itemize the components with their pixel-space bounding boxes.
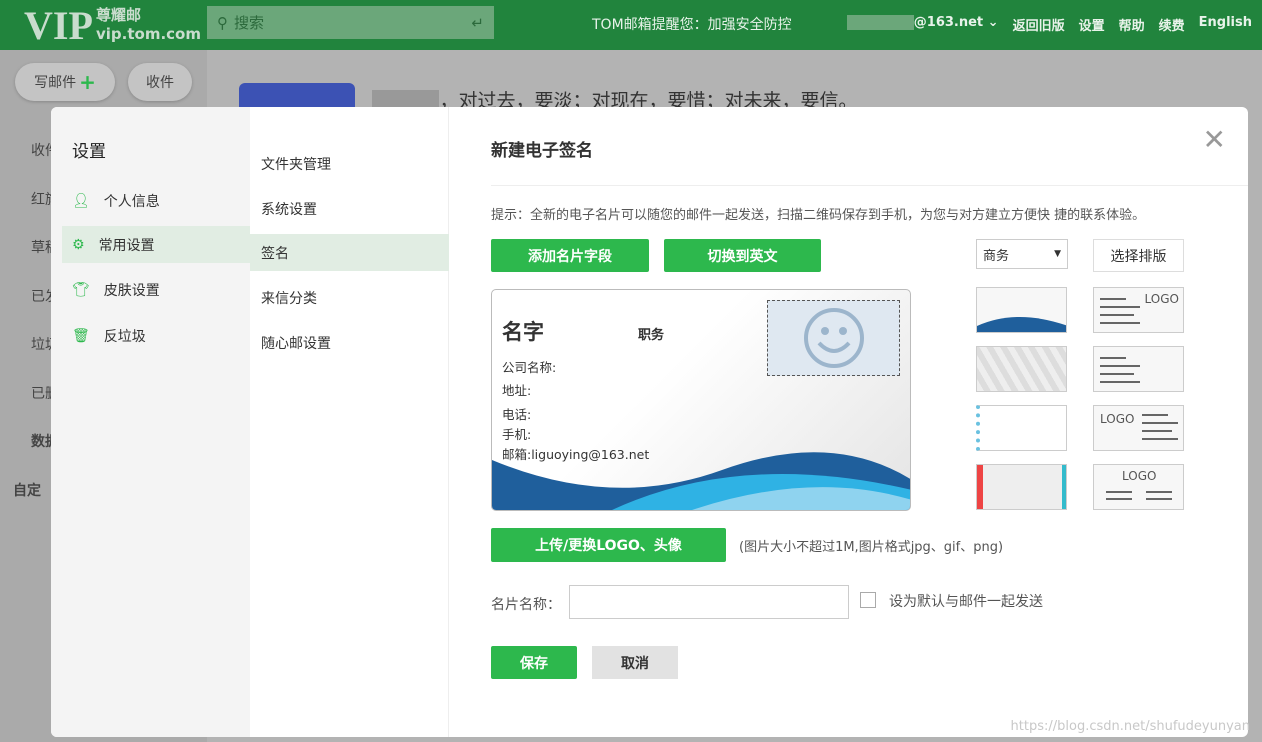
upload-logo-button[interactable]: 上传/更换LOGO、头像: [491, 528, 726, 562]
card-name[interactable]: 名字: [502, 316, 544, 346]
submenu-mail-rules[interactable]: 来信分类: [250, 279, 449, 316]
menu-label: 个人信息: [103, 193, 160, 210]
nav-settings[interactable]: 设置: [1079, 15, 1105, 34]
compose-button[interactable]: 写邮件 +: [15, 63, 115, 101]
switch-english-button[interactable]: 切换到英文: [664, 239, 821, 272]
add-field-button[interactable]: 添加名片字段: [491, 239, 649, 272]
watermark: https://blog.csdn.net/shufudeyunyan: [1010, 719, 1250, 734]
enter-icon[interactable]: ↵: [471, 14, 484, 32]
settings-dialog: 设置 👤︎ 个人信息 ⚙ 常用设置 👕︎ 皮肤设置 🗑︎ 反垃圾 文件夹管理 系统设置 …: [51, 107, 1248, 737]
menu-label: 皮肤设置: [103, 282, 160, 299]
logo-label: LOGO: [1144, 292, 1179, 306]
compose-label: 写邮件: [34, 75, 77, 91]
template-thumb-triangles[interactable]: [976, 464, 1067, 510]
style-value: 商务: [983, 248, 1010, 264]
settings-menu: 设置 👤︎ 个人信息 ⚙ 常用设置 👕︎ 皮肤设置 🗑︎ 反垃圾: [51, 107, 250, 737]
user-icon: 👤︎: [72, 192, 90, 209]
plus-icon: +: [79, 70, 96, 94]
dropdown-arrow-icon: ▼: [1054, 249, 1061, 259]
template-thumb-dots[interactable]: [976, 405, 1067, 451]
submenu-folder[interactable]: 文件夹管理: [250, 145, 449, 182]
menu-common-settings[interactable]: ⚙ 常用设置: [62, 226, 250, 263]
wave-decoration: [492, 452, 910, 510]
default-checkbox[interactable]: [860, 592, 876, 608]
nav-renew[interactable]: 续费: [1159, 15, 1185, 34]
security-notice[interactable]: TOM邮箱提醒您：加强安全防控: [592, 14, 792, 34]
search-input[interactable]: ⚲ 搜索 ↵: [207, 6, 494, 39]
logo-domain: vip.tom.com: [96, 25, 201, 43]
card-name-label: 名片名称：: [491, 597, 561, 613]
wave-thumb: [977, 317, 1066, 332]
card-job[interactable]: 职务: [638, 324, 664, 343]
save-button[interactable]: 保存: [491, 646, 577, 679]
card-address[interactable]: 地址:: [502, 380, 531, 399]
smiley-icon: [803, 308, 864, 368]
template-thumb-pattern[interactable]: [976, 346, 1067, 392]
search-placeholder: 搜索: [234, 14, 265, 32]
card-preview: 名字 职务 公司名称: 地址: 电话: 手机: 邮箱:liguoying@163…: [491, 289, 911, 511]
logo-text: 尊耀邮: [96, 6, 142, 24]
layout-thumb-logo-left[interactable]: LOGO: [1093, 405, 1184, 451]
menu-personal-info[interactable]: 👤︎ 个人信息: [62, 182, 250, 219]
layout-thumb-logo-center[interactable]: LOGO: [1093, 464, 1184, 510]
menu-label: 反垃圾: [103, 328, 146, 345]
settings-title: 设置: [72, 142, 106, 162]
nav-help[interactable]: 帮助: [1119, 15, 1145, 34]
shirt-icon: 👕︎: [72, 281, 90, 298]
gear-icon: ⚙: [72, 236, 85, 253]
tip-text: 提示：全新的电子名片可以随您的邮件一起发送，扫描二维码保存到手机，为您与对方建立…: [491, 208, 1146, 223]
layout-thumb-text[interactable]: [1093, 346, 1184, 392]
menu-label: 常用设置: [98, 237, 155, 254]
logo-label: LOGO: [1122, 469, 1157, 483]
nav-old-version[interactable]: 返回旧版: [1013, 15, 1065, 34]
submenu-suixin[interactable]: 随心邮设置: [250, 324, 449, 361]
logo: VIP: [24, 3, 93, 48]
account-email: @163.net: [913, 15, 984, 30]
settings-submenu: 文件夹管理 系统设置 签名 来信分类 随心邮设置: [250, 107, 449, 737]
search-icon: ⚲: [217, 13, 228, 32]
avatar-placeholder[interactable]: [767, 300, 900, 376]
card-phone[interactable]: 电话:: [502, 404, 531, 423]
panel-title: 新建电子签名: [491, 141, 593, 161]
divider: [491, 185, 1248, 186]
style-select[interactable]: 商务 ▼: [976, 239, 1068, 269]
cancel-button[interactable]: 取消: [592, 646, 678, 679]
choose-layout-button[interactable]: 选择排版: [1093, 239, 1184, 272]
card-company[interactable]: 公司名称:: [502, 357, 556, 376]
trash-icon: 🗑︎: [72, 327, 90, 344]
signature-panel: 新建电子签名 ✕ 提示：全新的电子名片可以随您的邮件一起发送，扫描二维码保存到手…: [450, 107, 1248, 737]
menu-skin-settings[interactable]: 👕︎ 皮肤设置: [62, 271, 250, 308]
card-name-input[interactable]: [569, 585, 849, 619]
inbox-button[interactable]: 收件: [128, 63, 192, 101]
top-nav: xxxxxxxx@163.net ⌄ 返回旧版 设置 帮助 续费 English: [846, 15, 1252, 34]
menu-anti-spam[interactable]: 🗑︎ 反垃圾: [62, 317, 250, 354]
default-checkbox-label[interactable]: 设为默认与邮件一起发送: [889, 591, 1043, 611]
upload-tip: (图片大小不超过1M,图片格式jpg、gif、png): [739, 540, 1004, 555]
logo-label: LOGO: [1100, 412, 1135, 426]
template-thumb-wave[interactable]: [976, 287, 1067, 333]
submenu-system[interactable]: 系统设置: [250, 190, 449, 227]
top-bar: VIP 尊耀邮 vip.tom.com ⚲ 搜索 ↵ TOM邮箱提醒您：加强安全防控…: [0, 0, 1262, 50]
close-icon[interactable]: ✕: [1203, 123, 1226, 156]
nav-english[interactable]: English: [1199, 15, 1252, 34]
submenu-signature[interactable]: 签名: [250, 234, 449, 271]
layout-thumb-logo-right[interactable]: LOGO: [1093, 287, 1184, 333]
account-menu[interactable]: xxxxxxxx@163.net ⌄: [846, 15, 999, 34]
